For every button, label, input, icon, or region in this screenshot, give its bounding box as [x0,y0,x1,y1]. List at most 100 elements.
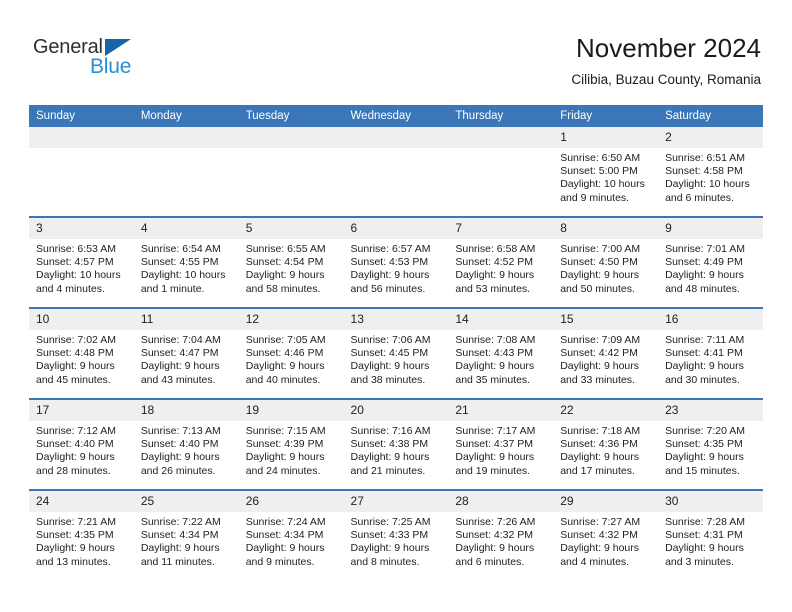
sunrise-text: Sunrise: 7:22 AM [140,516,221,528]
sunset-text: Sunset: 4:52 PM [455,256,534,269]
calendar-day-cell[interactable]: 1 Sunrise: 6:50 AM Sunset: 5:00 PM Daylight… [553,127,659,217]
sunset-text: Sunset: 4:35 PM [36,529,114,542]
calendar-day-cell[interactable]: 6 Sunrise: 6:57 AM Sunset: 4:53 PM Daylight… [343,216,449,308]
day-number: 26 [238,491,344,512]
sunrise-text: Sunrise: 6:57 AM [350,243,431,255]
daylight-text: Daylight: 9 hours and 15 minutes. [665,451,744,477]
calendar-day-cell[interactable]: 25 Sunrise: 7:22 AM Sunset: 4:34 PM Dayligh… [133,489,239,580]
daylight-text: Daylight: 9 hours and 38 minutes. [350,360,430,386]
calendar-day-cell[interactable]: 7 Sunrise: 6:58 AM Sunset: 4:52 PM Daylight… [448,216,554,308]
sunrise-text: Sunrise: 7:25 AM [350,516,431,528]
day-number: 30 [658,491,763,512]
calendar-day-cell[interactable]: 18 Sunrise: 7:13 AM Sunset: 4:40 PM Dayligh… [133,398,239,490]
calendar-day-cell[interactable]: 9 Sunrise: 7:01 AM Sunset: 4:49 PM Daylight… [658,216,763,308]
day-details: Sunrise: 7:22 AM Sunset: 4:34 PM Daylight:… [134,512,239,569]
daylight-text: Daylight: 9 hours and 24 minutes. [245,451,325,477]
calendar-day-cell[interactable]: 29 Sunrise: 7:27 AM Sunset: 4:32 PM Dayligh… [553,489,659,580]
day-number: 14 [448,309,554,330]
day-number: 8 [553,218,659,239]
daylight-text: Daylight: 9 hours and 11 minutes. [140,542,220,568]
day-number: 18 [133,400,239,421]
calendar-day-cell[interactable]: 28 Sunrise: 7:26 AM Sunset: 4:32 PM Dayligh… [448,489,554,580]
calendar-week-row: 17 Sunrise: 7:12 AM Sunset: 4:40 PM Dayligh… [29,398,763,490]
calendar-day-cell[interactable]: 26 Sunrise: 7:24 AM Sunset: 4:34 PM Dayligh… [238,489,344,580]
sunrise-text: Sunrise: 7:15 AM [245,425,326,437]
daylight-text: Daylight: 9 hours and 35 minutes. [455,360,535,386]
daylight-text: Daylight: 9 hours and 50 minutes. [560,269,640,295]
calendar-day-cell[interactable]: 3 Sunrise: 6:53 AM Sunset: 4:57 PM Daylight… [29,216,134,308]
calendar-day-cell[interactable]: 19 Sunrise: 7:15 AM Sunset: 4:39 PM Dayligh… [238,398,344,490]
day-details: Sunrise: 7:00 AM Sunset: 4:50 PM Daylight:… [553,239,658,296]
daylight-text: Daylight: 9 hours and 4 minutes. [560,542,640,568]
calendar-day-cell[interactable]: 2 Sunrise: 6:51 AM Sunset: 4:58 PM Daylight… [658,127,763,217]
calendar-day-cell[interactable]: 24 Sunrise: 7:21 AM Sunset: 4:35 PM Dayligh… [29,489,134,580]
day-details: Sunrise: 7:26 AM Sunset: 4:32 PM Daylight:… [448,512,553,569]
brand-name-bottom: Blue [90,55,132,78]
calendar-week-row: 1 Sunrise: 6:50 AM Sunset: 5:00 PM Daylight… [29,127,763,217]
day-number: 15 [553,309,659,330]
sunset-text: Sunset: 4:53 PM [350,256,429,269]
day-details: Sunrise: 7:02 AM Sunset: 4:48 PM Daylight:… [29,330,134,387]
day-number [343,127,449,148]
title-block: November 2024 Cilibia, Buzau County, Rom… [571,32,761,90]
sunset-text: Sunset: 4:35 PM [665,438,743,451]
daylight-text: Daylight: 9 hours and 8 minutes. [350,542,430,568]
calendar-day-cell[interactable]: 17 Sunrise: 7:12 AM Sunset: 4:40 PM Dayligh… [29,398,134,490]
daylight-text: Daylight: 9 hours and 33 minutes. [560,360,640,386]
calendar-day-cell[interactable]: 16 Sunrise: 7:11 AM Sunset: 4:41 PM Dayligh… [658,307,763,399]
calendar-day-cell[interactable]: 11 Sunrise: 7:04 AM Sunset: 4:47 PM Dayligh… [133,307,239,399]
calendar-day-cell[interactable]: 5 Sunrise: 6:55 AM Sunset: 4:54 PM Daylight… [238,216,344,308]
sunrise-text: Sunrise: 7:02 AM [36,334,116,346]
sunset-text: Sunset: 4:40 PM [140,438,219,451]
sunset-text: Sunset: 4:47 PM [140,347,219,360]
calendar-day-cell[interactable]: 15 Sunrise: 7:09 AM Sunset: 4:42 PM Dayligh… [553,307,659,399]
sunset-text: Sunset: 4:39 PM [245,438,324,451]
calendar-day-cell[interactable]: 22 Sunrise: 7:18 AM Sunset: 4:36 PM Dayligh… [553,398,659,490]
day-number: 10 [29,309,134,330]
calendar-day-cell[interactable]: 12 Sunrise: 7:05 AM Sunset: 4:46 PM Dayligh… [238,307,344,399]
day-number: 23 [658,400,763,421]
calendar-day-cell[interactable]: 20 Sunrise: 7:16 AM Sunset: 4:38 PM Dayligh… [343,398,449,490]
day-number: 25 [133,491,239,512]
day-number: 3 [29,218,134,239]
calendar-day-cell[interactable]: 14 Sunrise: 7:08 AM Sunset: 4:43 PM Dayligh… [448,307,554,399]
weekday-header-wednesday: Wednesday [343,105,449,127]
daylight-text: Daylight: 9 hours and 9 minutes. [245,542,325,568]
daylight-text: Daylight: 9 hours and 48 minutes. [665,269,744,295]
day-number [29,127,134,148]
calendar-page: General Blue November 2024 Cilibia, Buza… [0,0,792,612]
day-details: Sunrise: 6:58 AM Sunset: 4:52 PM Daylight:… [448,239,553,296]
sunset-text: Sunset: 4:46 PM [245,347,324,360]
brand-logo[interactable]: General Blue [33,36,213,84]
day-number: 5 [238,218,344,239]
sunset-text: Sunset: 4:37 PM [455,438,534,451]
calendar-cell-empty [238,127,344,217]
day-number: 20 [343,400,449,421]
daylight-text: Daylight: 9 hours and 13 minutes. [36,542,115,568]
day-details: Sunrise: 7:28 AM Sunset: 4:31 PM Daylight:… [658,512,763,569]
calendar-day-cell[interactable]: 13 Sunrise: 7:06 AM Sunset: 4:45 PM Dayligh… [343,307,449,399]
day-number: 2 [658,127,763,148]
day-details: Sunrise: 6:54 AM Sunset: 4:55 PM Daylight:… [134,239,239,296]
sunrise-text: Sunrise: 7:21 AM [36,516,116,528]
daylight-text: Daylight: 9 hours and 28 minutes. [36,451,115,477]
weekday-header-thursday: Thursday [448,105,554,127]
sunrise-text: Sunrise: 7:20 AM [665,425,746,437]
calendar-day-cell[interactable]: 21 Sunrise: 7:17 AM Sunset: 4:37 PM Dayligh… [448,398,554,490]
daylight-text: Daylight: 9 hours and 6 minutes. [455,542,535,568]
calendar-day-cell[interactable]: 30 Sunrise: 7:28 AM Sunset: 4:31 PM Dayligh… [658,489,763,580]
calendar-day-cell[interactable]: 8 Sunrise: 7:00 AM Sunset: 4:50 PM Daylight… [553,216,659,308]
calendar-day-cell[interactable]: 23 Sunrise: 7:20 AM Sunset: 4:35 PM Dayligh… [658,398,763,490]
daylight-text: Daylight: 10 hours and 4 minutes. [36,269,121,295]
day-number: 16 [658,309,763,330]
calendar-day-cell[interactable]: 10 Sunrise: 7:02 AM Sunset: 4:48 PM Dayligh… [29,307,134,399]
sunset-text: Sunset: 4:54 PM [245,256,324,269]
sunrise-text: Sunrise: 7:05 AM [245,334,326,346]
day-details: Sunrise: 7:18 AM Sunset: 4:36 PM Daylight:… [553,421,658,478]
day-number: 6 [343,218,449,239]
calendar-day-cell[interactable]: 27 Sunrise: 7:25 AM Sunset: 4:33 PM Dayligh… [343,489,449,580]
calendar-day-cell[interactable]: 4 Sunrise: 6:54 AM Sunset: 4:55 PM Daylight… [133,216,239,308]
day-number: 13 [343,309,449,330]
day-details: Sunrise: 7:13 AM Sunset: 4:40 PM Daylight:… [134,421,239,478]
daylight-text: Daylight: 9 hours and 17 minutes. [560,451,640,477]
